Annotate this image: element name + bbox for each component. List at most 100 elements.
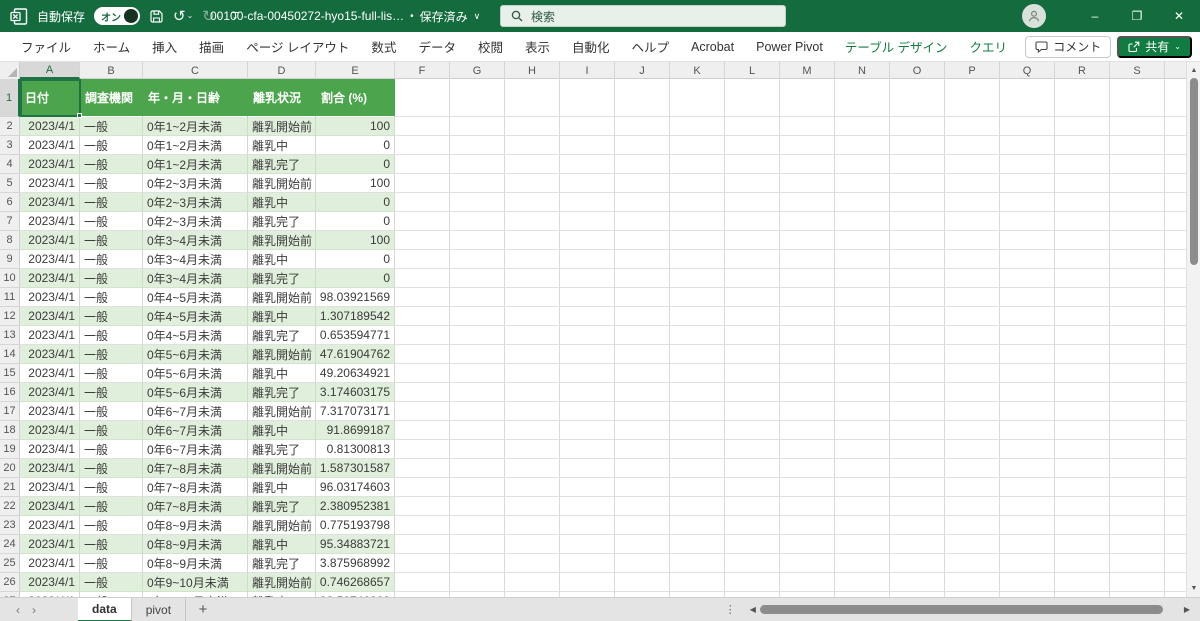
cell-status[interactable]: 離乳開始前 [248, 345, 316, 364]
cell-date[interactable]: 2023/4/1 [20, 421, 80, 440]
row-header-24[interactable]: 24 [0, 535, 20, 554]
cell-date[interactable]: 2023/4/1 [20, 554, 80, 573]
cell-pct[interactable]: 0.746268657 [316, 573, 395, 592]
save-icon[interactable] [149, 9, 164, 24]
cell-org[interactable]: 一般 [80, 250, 143, 269]
cell-date[interactable]: 2023/4/1 [20, 440, 80, 459]
select-all-corner[interactable] [0, 62, 20, 79]
empty-cells[interactable] [395, 383, 1186, 402]
sheet-tab-data[interactable]: data [78, 598, 132, 621]
column-header-N[interactable]: N [835, 62, 890, 79]
close-button[interactable]: ✕ [1158, 0, 1200, 32]
row-header-21[interactable]: 21 [0, 478, 20, 497]
cell-org[interactable]: 一般 [80, 421, 143, 440]
row-header-5[interactable]: 5 [0, 174, 20, 193]
table-header-cell-status[interactable]: 離乳状況 [248, 79, 316, 117]
cell-status[interactable]: 離乳完了 [248, 554, 316, 573]
ribbon-tab-自動化[interactable]: 自動化 [561, 32, 621, 62]
table-header-cell-pct[interactable]: 割合 (%) [316, 79, 395, 117]
cell-status[interactable]: 離乳完了 [248, 326, 316, 345]
empty-cells[interactable] [395, 459, 1186, 478]
cell-org[interactable]: 一般 [80, 383, 143, 402]
row-header-16[interactable]: 16 [0, 383, 20, 402]
sheet-tab-pivot[interactable]: pivot [132, 598, 186, 621]
row-header-19[interactable]: 19 [0, 440, 20, 459]
cell-age[interactable]: 0年8~9月未満 [143, 554, 248, 573]
minimize-button[interactable]: – [1074, 0, 1116, 32]
cell-age[interactable]: 0年4~5月未満 [143, 288, 248, 307]
cell-status[interactable]: 離乳完了 [248, 497, 316, 516]
cell-org[interactable]: 一般 [80, 307, 143, 326]
cell-date[interactable]: 2023/4/1 [20, 497, 80, 516]
cell-org[interactable]: 一般 [80, 269, 143, 288]
empty-cells[interactable] [395, 155, 1186, 174]
row-header-2[interactable]: 2 [0, 117, 20, 136]
cell-age[interactable]: 0年1~2月未満 [143, 155, 248, 174]
cell-age[interactable]: 0年5~6月未満 [143, 383, 248, 402]
cell-status[interactable]: 離乳開始前 [248, 231, 316, 250]
cell-age[interactable]: 0年4~5月未満 [143, 307, 248, 326]
ribbon-tab-挿入[interactable]: 挿入 [141, 32, 188, 62]
title-caret-icon[interactable]: ∨ [474, 11, 481, 22]
cell-date[interactable]: 2023/4/1 [20, 269, 80, 288]
cell-org[interactable]: 一般 [80, 554, 143, 573]
row-header-6[interactable]: 6 [0, 193, 20, 212]
column-header-A[interactable]: A [20, 62, 80, 79]
column-header-Q[interactable]: Q [1000, 62, 1055, 79]
cell-pct[interactable]: 49.20634921 [316, 364, 395, 383]
cell-org[interactable]: 一般 [80, 497, 143, 516]
scroll-right-icon[interactable]: ▶ [1180, 605, 1194, 614]
cell-org[interactable]: 一般 [80, 402, 143, 421]
cell-pct[interactable]: 100 [316, 174, 395, 193]
cell-date[interactable]: 2023/4/1 [20, 174, 80, 193]
cell-pct[interactable]: 0 [316, 212, 395, 231]
account-avatar[interactable] [1022, 4, 1046, 28]
empty-cells[interactable] [395, 402, 1186, 421]
row-header-9[interactable]: 9 [0, 250, 20, 269]
cell-age[interactable]: 0年8~9月未満 [143, 535, 248, 554]
cell-status[interactable]: 離乳完了 [248, 212, 316, 231]
cell-date[interactable]: 2023/4/1 [20, 231, 80, 250]
column-header-I[interactable]: I [560, 62, 615, 79]
cell-age[interactable]: 0年1~2月未満 [143, 117, 248, 136]
cell-age[interactable]: 0年2~3月未満 [143, 193, 248, 212]
cell-age[interactable]: 0年7~8月未満 [143, 497, 248, 516]
row-header-15[interactable]: 15 [0, 364, 20, 383]
add-sheet-button[interactable]: + [186, 601, 220, 618]
undo-button[interactable]: ↺⌄ [173, 9, 193, 24]
column-header-C[interactable]: C [143, 62, 248, 79]
row-header-12[interactable]: 12 [0, 307, 20, 326]
row-header-18[interactable]: 18 [0, 421, 20, 440]
cell-pct[interactable]: 91.8699187 [316, 421, 395, 440]
row-header-20[interactable]: 20 [0, 459, 20, 478]
empty-cells[interactable] [395, 79, 1186, 117]
scroll-down-icon[interactable]: ▼ [1187, 581, 1200, 596]
cell-status[interactable]: 離乳中 [248, 421, 316, 440]
cell-status[interactable]: 離乳完了 [248, 383, 316, 402]
share-button[interactable]: 共有 ⌄ [1117, 36, 1192, 58]
cell-org[interactable]: 一般 [80, 212, 143, 231]
column-header-B[interactable]: B [80, 62, 143, 79]
cell-pct[interactable]: 98.03921569 [316, 288, 395, 307]
ribbon-tab-ファイル[interactable]: ファイル [10, 32, 82, 62]
undo-caret-icon[interactable]: ⌄ [187, 12, 194, 20]
horizontal-scrollbar-thumb[interactable] [760, 605, 1163, 614]
ribbon-tab-ヘルプ[interactable]: ヘルプ [621, 32, 681, 62]
cell-org[interactable]: 一般 [80, 478, 143, 497]
search-input[interactable]: 検索 [500, 5, 786, 27]
cell-age[interactable]: 0年4~5月未満 [143, 326, 248, 345]
column-header-M[interactable]: M [780, 62, 835, 79]
ribbon-tab-クエリ[interactable]: クエリ [959, 32, 1019, 62]
empty-cells[interactable] [395, 288, 1186, 307]
ribbon-tab-テーブル デザイン[interactable]: テーブル デザイン [834, 32, 959, 62]
ribbon-tab-表示[interactable]: 表示 [514, 32, 561, 62]
row-header-26[interactable]: 26 [0, 573, 20, 592]
cell-age[interactable]: 0年8~9月未満 [143, 516, 248, 535]
cell-age[interactable]: 0年7~8月未満 [143, 478, 248, 497]
cell-date[interactable]: 2023/4/1 [20, 535, 80, 554]
table-header-cell-org[interactable]: 調査機関 [80, 79, 143, 117]
cell-org[interactable]: 一般 [80, 155, 143, 174]
cell-date[interactable]: 2023/4/1 [20, 573, 80, 592]
cell-org[interactable]: 一般 [80, 288, 143, 307]
row-header-13[interactable]: 13 [0, 326, 20, 345]
